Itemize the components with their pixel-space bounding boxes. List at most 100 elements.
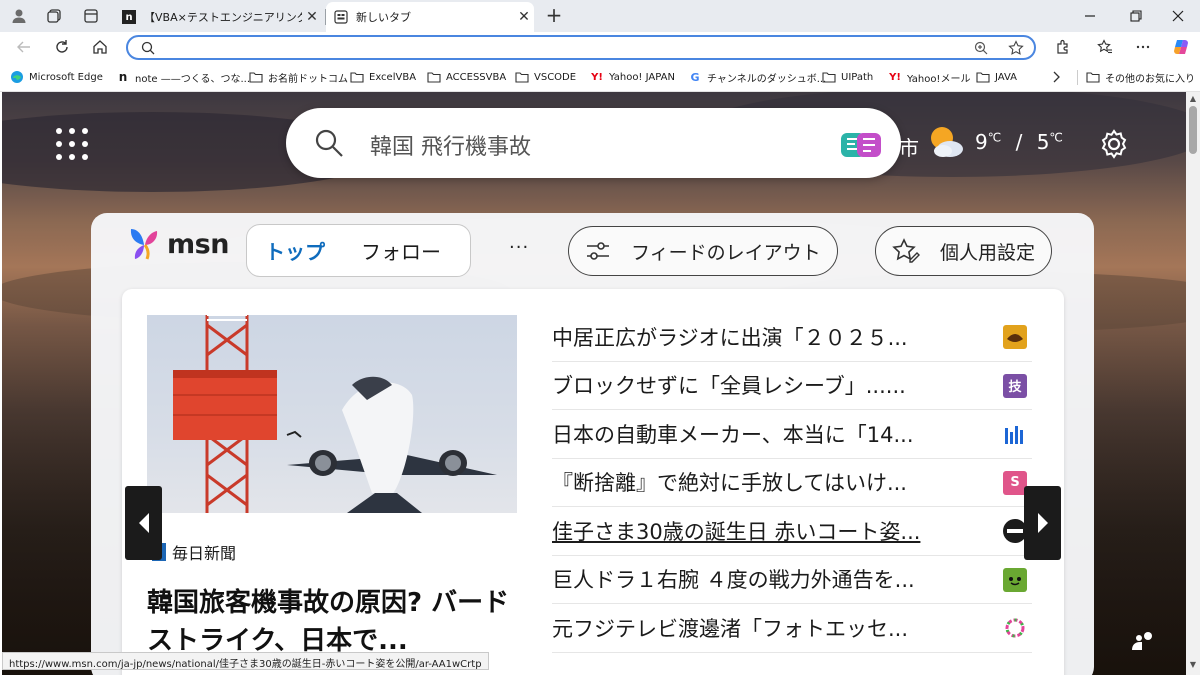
web-search-box[interactable]: 韓国 飛行機事故	[286, 108, 901, 178]
bookmark-onamae[interactable]: お名前ドットコム	[249, 69, 348, 85]
scroll-up-icon[interactable]: ▲	[1189, 94, 1197, 103]
list-item[interactable]: 日本の自動車メーカー、本当に「14...	[552, 410, 1032, 459]
back-icon[interactable]	[10, 34, 38, 60]
news-headline[interactable]: 佳子さま30歳の誕生日 赤いコート姿...	[552, 516, 972, 546]
list-item[interactable]: 元フジテレビ渡邊渚「フォトエッセ...	[552, 604, 1032, 653]
news-headline[interactable]: 巨人ドラ１右腕 ４度の戦力外通告を...	[552, 564, 972, 594]
refresh-icon[interactable]	[48, 34, 76, 60]
bookmark-note[interactable]: n note ——つくる、つな...	[116, 69, 250, 85]
bookmark-label: Yahoo! JAPAN	[609, 71, 675, 83]
apps-launcher-icon[interactable]	[56, 128, 88, 160]
carousel-next-button[interactable]	[1024, 486, 1061, 560]
tab-top[interactable]: トップ	[247, 236, 343, 265]
bookmarks-overflow-button[interactable]	[1049, 69, 1068, 85]
carousel-prev-button[interactable]	[125, 486, 162, 560]
bookmark-channel-dashboard[interactable]: G チャンネルのダッシュボ...	[688, 69, 826, 85]
weather-temperature[interactable]: 9℃ / 5℃	[975, 130, 1063, 154]
news-headline[interactable]: ブロックせずに「全員レシーブ」......	[552, 370, 972, 400]
news-card: 毎日新聞 韓国旅客機事故の原因? バードストライク、日本で... 中居正広がラジ…	[122, 289, 1064, 675]
other-favorites[interactable]: その他のお気に入り	[1086, 69, 1195, 85]
feed-pivot: トップ フォロー	[246, 224, 471, 277]
restore-button[interactable]	[1114, 0, 1158, 32]
close-icon[interactable]: ✕	[514, 9, 534, 25]
bookmark-label: VSCODE	[534, 71, 577, 83]
bookmark-java[interactable]: JAVA	[976, 69, 1017, 85]
workspaces-icon[interactable]	[40, 4, 68, 28]
more-menu-icon[interactable]	[1129, 34, 1157, 60]
bookmark-yahoo-mail[interactable]: Y! Yahoo!メール	[888, 69, 970, 85]
edge-icon	[10, 70, 24, 84]
status-bar-url: https://www.msn.com/ja-jp/news/national/…	[2, 652, 489, 670]
minimize-button[interactable]	[1068, 0, 1112, 32]
toolbar	[0, 32, 1200, 62]
news-headline[interactable]: 中居正広がラジオに出演「２０２５...	[552, 322, 972, 352]
new-tab-page: 韓国 飛行機事故 市 9℃ / 5℃ msn トップ フォロー ··· フィード…	[2, 92, 1186, 675]
new-tab-button[interactable]: +	[541, 4, 567, 28]
feedback-icon[interactable]	[1130, 630, 1156, 652]
bookmark-vscode[interactable]: VSCODE	[515, 69, 576, 85]
barchart-source-icon	[1003, 422, 1027, 446]
personalize-button[interactable]: 個人用設定	[875, 226, 1053, 276]
list-item[interactable]: 巨人ドラ１右腕 ４度の戦力外通告を...	[552, 556, 1032, 604]
bookmark-label: note ——つくる、つな...	[135, 73, 251, 85]
msn-logo[interactable]: msn	[125, 225, 229, 263]
tab-follow[interactable]: フォロー	[343, 236, 459, 265]
bookmark-yahoo-japan[interactable]: Y! Yahoo! JAPAN	[590, 69, 675, 85]
bookmark-label: Microsoft Edge	[29, 71, 103, 83]
scroll-thumb[interactable]	[1189, 106, 1197, 154]
zoom-icon[interactable]	[970, 38, 992, 58]
list-item[interactable]: ブロックせずに「全員レシーブ」...... 技	[552, 362, 1032, 410]
news-headline[interactable]: 『断捨離』で絶対に手放してはいけ...	[552, 467, 972, 497]
list-item[interactable]: 中居正広がラジオに出演「２０２５...	[552, 313, 1032, 362]
bookmark-uipath[interactable]: UIPath	[822, 69, 873, 85]
gear-icon[interactable]	[1098, 128, 1130, 160]
tab-title: 新しいタブ	[356, 11, 411, 24]
news-headline[interactable]: 日本の自動車メーカー、本当に「14...	[552, 419, 972, 449]
partly-cloudy-icon[interactable]	[926, 124, 966, 160]
list-item[interactable]: 『断捨離』で絶対に手放してはいけ... S	[552, 459, 1032, 507]
temp-unit: ℃	[987, 130, 1002, 145]
folder-icon	[249, 70, 263, 84]
scroll-down-icon[interactable]: ▼	[1189, 660, 1197, 669]
bookmark-accessvba[interactable]: ACCESSVBA	[427, 69, 506, 85]
orange-source-icon	[1003, 325, 1027, 349]
address-bar[interactable]	[126, 35, 1036, 60]
profile-icon[interactable]	[5, 4, 33, 28]
extensions-icon[interactable]	[1049, 34, 1077, 60]
page-scrollbar[interactable]: ▲ ▼	[1186, 92, 1200, 675]
note-icon: n	[118, 70, 128, 84]
star-icon[interactable]	[1005, 38, 1027, 58]
article-source[interactable]: 毎日新聞	[152, 540, 236, 564]
folder-icon	[822, 70, 836, 84]
close-icon[interactable]: ✕	[302, 9, 322, 25]
home-icon[interactable]	[86, 34, 114, 60]
feed-layout-button[interactable]: フィードのレイアウト	[568, 226, 838, 276]
bookmarks-bar: Microsoft Edge n note ——つくる、つな... お名前ドットコ…	[0, 62, 1200, 92]
bookmark-label: お名前ドットコム	[268, 73, 348, 85]
chevron-right-icon	[1037, 513, 1048, 533]
bookmark-excelvba[interactable]: ExcelVBA	[350, 69, 416, 85]
temp-unit: ℃	[1049, 130, 1063, 145]
bookmark-microsoft-edge[interactable]: Microsoft Edge	[10, 69, 103, 85]
vertical-tabs-icon[interactable]	[77, 4, 105, 28]
copilot-search-icon[interactable]	[839, 130, 885, 160]
feed-more-button[interactable]: ···	[509, 237, 529, 258]
favorites-icon[interactable]	[1091, 34, 1119, 60]
hero-headline[interactable]: 韓国旅客機事故の原因? バードストライク、日本で...	[147, 584, 517, 660]
copilot-icon[interactable]	[1167, 34, 1195, 60]
bookmark-label: ACCESSVBA	[446, 71, 507, 83]
folder-icon	[350, 70, 364, 84]
bookmark-label: ExcelVBA	[369, 71, 417, 83]
folder-icon	[515, 70, 529, 84]
tab-vba-article[interactable]: n 【VBA×テストエンジニアリング】エビデ ✕	[114, 2, 322, 32]
hero-image-airplane[interactable]	[147, 315, 517, 513]
weather-city[interactable]: 市	[899, 132, 919, 161]
news-headline[interactable]: 元フジテレビ渡邊渚「フォトエッセ...	[552, 613, 972, 643]
list-item[interactable]: 佳子さま30歳の誕生日 赤いコート姿...	[552, 507, 1032, 556]
bookmark-label: UIPath	[841, 71, 874, 83]
tab-new-tab[interactable]: 新しいタブ ✕	[326, 2, 534, 32]
close-window-button[interactable]	[1156, 0, 1200, 32]
address-input[interactable]	[160, 39, 960, 57]
folder-icon	[1086, 70, 1100, 84]
bookmarks-divider	[1077, 70, 1078, 85]
